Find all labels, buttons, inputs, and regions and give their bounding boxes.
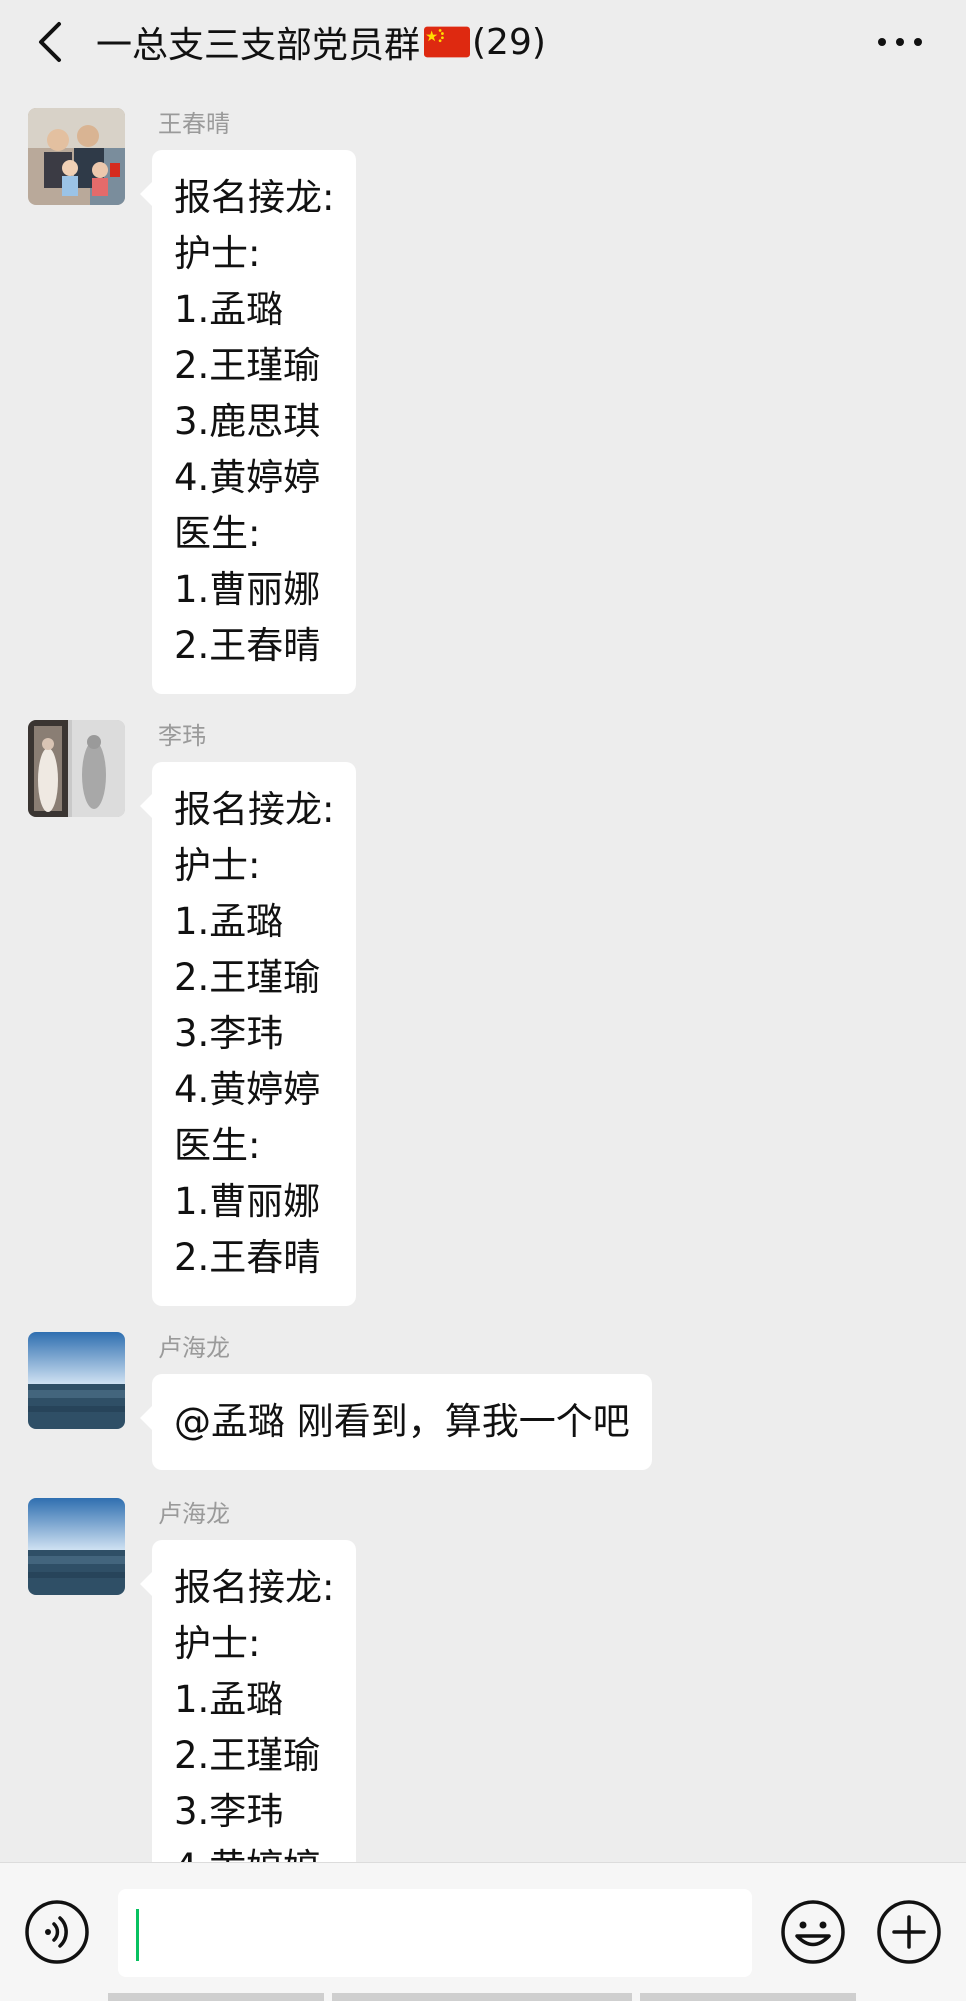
message-line: 护士: bbox=[174, 232, 261, 275]
message-line: 1.曹丽娜 bbox=[174, 568, 321, 611]
sea-photo-avatar[interactable] bbox=[28, 1498, 125, 1595]
message-input[interactable] bbox=[118, 1889, 752, 1977]
china-flag-icon bbox=[424, 26, 471, 58]
sea-photo-avatar[interactable] bbox=[28, 1332, 125, 1429]
text-cursor bbox=[136, 1909, 139, 1961]
message-line: 报名接龙: bbox=[174, 788, 335, 831]
back-button[interactable] bbox=[28, 18, 72, 66]
message-line: 4.黄婷婷 bbox=[174, 456, 321, 499]
message-line: 医生: bbox=[174, 1124, 261, 1167]
message-line: 3.鹿思琪 bbox=[174, 400, 321, 443]
message-line: 1.孟璐 bbox=[174, 1678, 284, 1721]
message-line: 4.黄婷婷 bbox=[174, 1840, 334, 1862]
more-dots-icon bbox=[878, 38, 922, 46]
message-bubble[interactable]: 报名接龙: 护士: 1.孟璐 2.王瑾瑜 3.鹿思琪 4.黄婷婷 医生: 1.曹… bbox=[139, 150, 357, 694]
voice-button[interactable] bbox=[24, 1899, 90, 1965]
message-line: @孟璐 刚看到，算我一个吧 bbox=[174, 1400, 630, 1443]
family-photo-avatar[interactable] bbox=[28, 108, 125, 205]
sender-name: 王春晴 bbox=[158, 110, 230, 138]
more-functions-button[interactable] bbox=[876, 1899, 942, 1965]
message-line: 报名接龙: bbox=[174, 1566, 335, 1609]
wedding-photo-avatar[interactable] bbox=[28, 720, 125, 817]
message-line: 3.李玮 bbox=[174, 1012, 284, 1055]
message-line: 护士: bbox=[174, 844, 261, 887]
message-line: 护士: bbox=[174, 1622, 261, 1665]
message-line: 2.王瑾瑜 bbox=[174, 1734, 321, 1777]
chat-header: 一总支三支部党员群 (29) bbox=[0, 0, 966, 84]
message-line: 1.孟璐 bbox=[174, 900, 284, 943]
message-line: 2.王春晴 bbox=[174, 1236, 321, 1279]
message-line: 2.王春晴 bbox=[174, 624, 321, 667]
message-line: 1.孟璐 bbox=[174, 288, 284, 331]
message-line: 1.曹丽娜 bbox=[174, 1180, 321, 1223]
more-button[interactable] bbox=[872, 20, 928, 64]
group-name: 一总支三支部党员群 bbox=[96, 25, 421, 66]
message-bubble[interactable]: 报名接龙: 护士: 1.孟璐 2.王瑾瑜 3.李玮 4.黄婷婷 bbox=[139, 1540, 357, 1862]
sender-name: 卢海龙 bbox=[158, 1334, 230, 1362]
message-line: 报名接龙: bbox=[174, 176, 335, 219]
message-bubble[interactable]: @孟璐 刚看到，算我一个吧 bbox=[140, 1374, 652, 1470]
emoji-icon bbox=[781, 1900, 845, 1964]
input-bar bbox=[0, 1862, 966, 2001]
message-bubble[interactable]: 报名接龙: 护士: 1.孟璐 2.王瑾瑜 3.李玮 4.黄婷婷 医生: 1.曹丽… bbox=[139, 762, 357, 1306]
message-line: 2.王瑾瑜 bbox=[174, 956, 321, 999]
voice-icon bbox=[25, 1900, 89, 1964]
message-line: 4.黄婷婷 bbox=[174, 1068, 321, 1111]
emoji-button[interactable] bbox=[780, 1899, 846, 1965]
message-list[interactable]: 王春晴 报名接龙: 护士: 1.孟璐 2.王瑾瑜 3.鹿思琪 4.黄婷婷 医生:… bbox=[0, 84, 966, 1862]
message-line: 3.李玮 bbox=[174, 1790, 284, 1833]
member-count: (29) bbox=[472, 21, 546, 63]
message-line: 2.王瑾瑜 bbox=[174, 344, 321, 387]
chevron-left-icon bbox=[39, 22, 61, 62]
message-line: 医生: bbox=[174, 512, 261, 555]
sender-name: 李玮 bbox=[158, 722, 206, 750]
sender-name: 卢海龙 bbox=[158, 1500, 230, 1528]
plus-icon bbox=[877, 1900, 941, 1964]
chat-title: 一总支三支部党员群 (29) bbox=[96, 14, 546, 70]
